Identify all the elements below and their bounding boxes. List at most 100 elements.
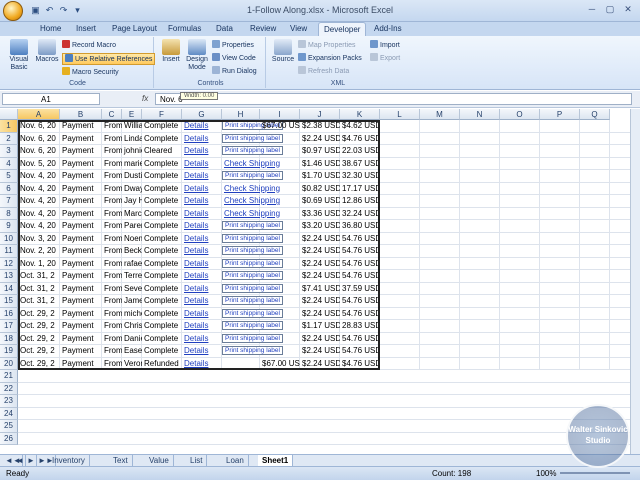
- worksheet-grid[interactable]: A B C E F G H I J K L M N O P Q 1 Nov. 6, 20 Payment From Wi…: [0, 109, 630, 454]
- maximize-icon[interactable]: ▢: [602, 3, 618, 16]
- row-header[interactable]: 11: [0, 245, 18, 258]
- column-header[interactable]: N: [460, 109, 500, 120]
- close-icon[interactable]: ✕: [620, 3, 636, 16]
- xml-group-label: XML: [330, 80, 346, 87]
- fx-icon[interactable]: fx: [142, 94, 148, 103]
- refresh-icon: [298, 66, 306, 74]
- column-header[interactable]: H: [222, 109, 260, 120]
- properties-button[interactable]: Properties: [212, 40, 254, 50]
- sheet-tab-bar: ◄◄ ◄ ► ►► Inventory Text Value List Loan Sheet1: [0, 454, 640, 466]
- row-header[interactable]: 17: [0, 320, 18, 333]
- window-controls: ─ ▢ ✕: [584, 3, 636, 16]
- formula-bar: A1 fx Nov. 6 Width: 0.00: [0, 91, 640, 108]
- row-header[interactable]: 24: [0, 407, 18, 420]
- row-header[interactable]: 22: [0, 382, 18, 395]
- macros-button[interactable]: Macros: [34, 39, 60, 64]
- tab-add-ins[interactable]: Add-Ins: [374, 24, 402, 33]
- column-header[interactable]: M: [420, 109, 460, 120]
- sheet-tab[interactable]: List: [186, 455, 208, 466]
- row-header[interactable]: 18: [0, 332, 18, 345]
- tab-home[interactable]: Home: [40, 24, 61, 33]
- row-header[interactable]: 26: [0, 432, 18, 445]
- row-header[interactable]: 5: [0, 170, 18, 183]
- sheet-nav-arrow-icon[interactable]: ◄: [15, 455, 26, 466]
- row-header[interactable]: 6: [0, 182, 18, 195]
- column-header[interactable]: K: [340, 109, 380, 120]
- tab-formulas[interactable]: Formulas: [168, 24, 201, 33]
- row-header[interactable]: 2: [0, 132, 18, 145]
- map-properties-button[interactable]: Map Properties: [298, 40, 355, 50]
- zoom-level[interactable]: 100%: [536, 469, 556, 478]
- column-header[interactable]: G: [182, 109, 222, 120]
- column-header[interactable]: A: [18, 109, 60, 120]
- view-code-button[interactable]: View Code: [212, 53, 256, 63]
- tab-data[interactable]: Data: [216, 24, 233, 33]
- tab-review[interactable]: Review: [250, 24, 276, 33]
- controls-group: Insert Design Mode Properties View Code …: [156, 37, 266, 88]
- select-all-corner[interactable]: [0, 109, 18, 120]
- export-button[interactable]: Export: [370, 53, 400, 63]
- table-row: [18, 420, 630, 433]
- column-header[interactable]: B: [60, 109, 102, 120]
- expansion-packs-icon: [298, 53, 306, 61]
- row-header[interactable]: 1: [0, 120, 18, 133]
- column-header[interactable]: L: [380, 109, 420, 120]
- row-header[interactable]: 8: [0, 207, 18, 220]
- sheet-tab[interactable]: Sheet1: [258, 455, 294, 466]
- row-header[interactable]: 13: [0, 270, 18, 283]
- column-header[interactable]: P: [540, 109, 580, 120]
- row-header[interactable]: 7: [0, 195, 18, 208]
- column-header[interactable]: Q: [580, 109, 610, 120]
- tab-insert[interactable]: Insert: [76, 24, 96, 33]
- row-header[interactable]: 16: [0, 307, 18, 320]
- row-header[interactable]: 9: [0, 220, 18, 233]
- sheet-tab[interactable]: Inventory: [48, 455, 90, 466]
- macro-security-button[interactable]: Macro Security: [62, 67, 119, 77]
- row-header[interactable]: 4: [0, 157, 18, 170]
- row-header[interactable]: 12: [0, 257, 18, 270]
- row-header[interactable]: 15: [0, 295, 18, 308]
- row-header[interactable]: 10: [0, 232, 18, 245]
- properties-icon: [212, 40, 220, 48]
- sheet-tab[interactable]: Text: [109, 455, 133, 466]
- sheet-nav-arrow-icon[interactable]: ►: [26, 455, 37, 466]
- tab-developer[interactable]: Developer: [318, 22, 367, 36]
- source-button[interactable]: Source: [270, 39, 296, 64]
- row-header[interactable]: 25: [0, 420, 18, 433]
- minimize-icon[interactable]: ─: [584, 3, 600, 16]
- formula-input[interactable]: Nov. 6: [155, 93, 632, 105]
- sheet-tab[interactable]: Value: [145, 455, 174, 466]
- row-header[interactable]: 14: [0, 282, 18, 295]
- row-header[interactable]: 19: [0, 345, 18, 358]
- table-row: [18, 408, 630, 420]
- name-box[interactable]: A1: [2, 93, 100, 105]
- insert-control-button[interactable]: Insert: [160, 39, 182, 64]
- import-button[interactable]: Import: [370, 40, 400, 50]
- run-dialog-button[interactable]: Run Dialog: [212, 66, 257, 76]
- status-bar: Ready Count: 198 100%: [0, 466, 640, 480]
- row-header[interactable]: 21: [0, 370, 18, 383]
- column-header[interactable]: C: [102, 109, 122, 120]
- row-header[interactable]: 20: [0, 357, 18, 370]
- column-header[interactable]: E: [122, 109, 142, 120]
- design-mode-button[interactable]: Design Mode: [184, 39, 210, 72]
- tab-view[interactable]: View: [290, 24, 307, 33]
- map-properties-icon: [298, 40, 306, 48]
- column-header[interactable]: F: [142, 109, 182, 120]
- row-header[interactable]: 3: [0, 145, 18, 158]
- use-relative-references-button[interactable]: Use Relative References: [62, 53, 156, 65]
- column-header[interactable]: I: [260, 109, 300, 120]
- refresh-data-button[interactable]: Refresh Data: [298, 66, 349, 76]
- record-macro-button[interactable]: Record Macro: [62, 40, 116, 50]
- studio-watermark-logo: Walter Sinkovic Studio: [566, 404, 630, 468]
- code-group: Visual Basic Macros Record Macro Use Rel…: [2, 37, 156, 88]
- column-header[interactable]: O: [500, 109, 540, 120]
- row-header[interactable]: 23: [0, 395, 18, 408]
- zoom-slider[interactable]: [560, 472, 630, 474]
- expansion-packs-button[interactable]: Expansion Packs: [298, 53, 362, 63]
- vertical-scrollbar[interactable]: [630, 109, 640, 454]
- tab-page-layout[interactable]: Page Layout: [112, 24, 157, 33]
- visual-basic-button[interactable]: Visual Basic: [6, 39, 32, 72]
- sheet-tab[interactable]: Loan: [222, 455, 249, 466]
- column-header[interactable]: J: [300, 109, 340, 120]
